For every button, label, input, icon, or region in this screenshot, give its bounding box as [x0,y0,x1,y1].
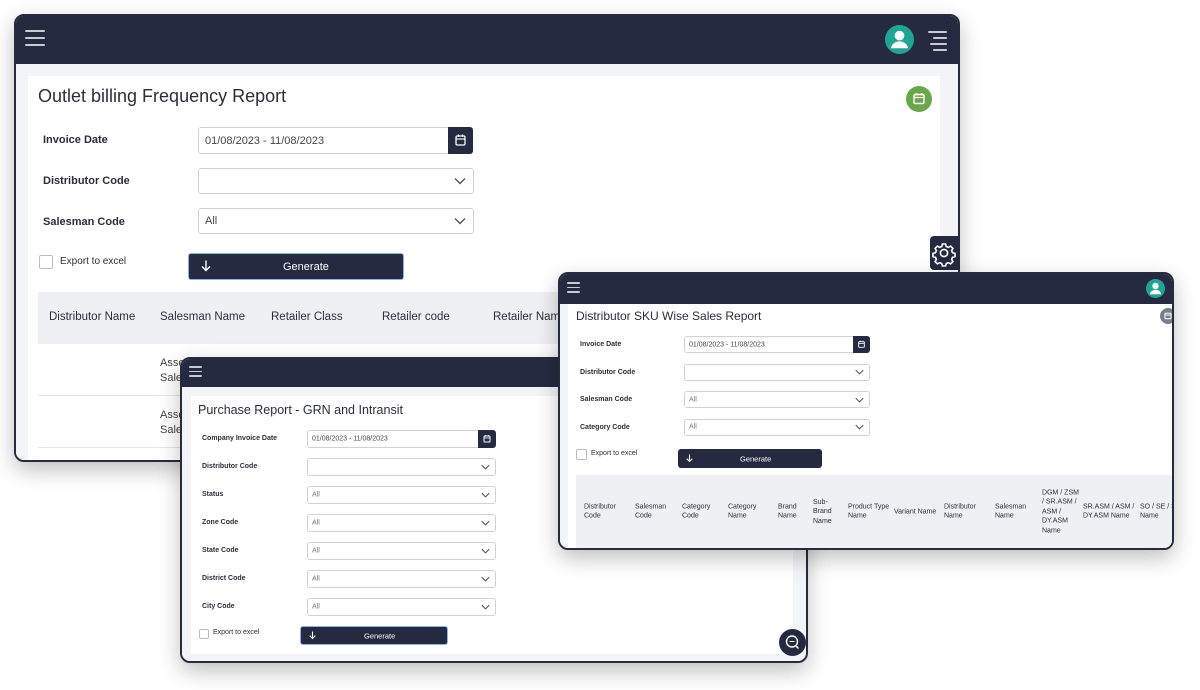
calendar-icon[interactable] [853,336,870,353]
column-header: Retailer Class [271,311,343,323]
page-title: Distributor SKU Wise Sales Report [576,309,762,323]
invoice-date-label: Invoice Date [580,341,622,348]
export-excel-label: Export to excel [213,629,260,636]
distributor-code-label: Distributor Code [43,175,130,187]
table-header: Distributor Code Salesman Code Category Co… [576,475,1172,548]
city-code-label: City Code [202,603,235,610]
top-navbar [560,274,1172,304]
distributor-code-label: Distributor Code [580,368,636,376]
distributor-code-label: Distributor Code [202,463,258,470]
top-navbar [16,16,958,64]
calendar-icon[interactable] [478,430,496,448]
column-header: Salesman Name [995,503,1027,520]
chevron-down-icon [855,397,864,403]
category-code-select[interactable]: All [684,418,870,436]
salesman-code-select[interactable]: All [684,391,870,408]
sku-report-window: Distributor SKU Wise Sales Report Invoic… [558,272,1174,550]
calendar-badge-icon[interactable] [1160,308,1172,324]
city-code-select[interactable]: All [307,598,496,616]
column-header: Category Code [682,503,711,520]
column-header: DGM / ZSM / SR.ASM / ASM / DY.ASM Name [1042,488,1079,534]
zone-code-select[interactable]: All [307,514,496,532]
menu-icon[interactable] [25,30,45,46]
export-excel-checkbox[interactable] [576,449,587,460]
district-code-label: District Code [202,575,246,582]
arrow-down-icon [201,259,211,274]
export-excel-label: Export to excel [591,450,638,457]
export-excel-checkbox[interactable] [39,255,53,269]
invoice-date-label: Invoice Date [43,134,108,146]
company-invoice-date-field[interactable]: 01/08/2023 - 11/08/2023 [307,430,480,448]
distributor-code-select[interactable] [684,363,870,381]
invoice-date-field[interactable]: 01/08/2023 - 11/08/2023 [198,127,450,154]
column-header: Product Type Name [848,503,890,520]
column-header: SR.ASM / ASM / DY.ASM Name [1083,503,1135,520]
gear-icon[interactable] [930,236,958,270]
salesman-code-select[interactable]: All [198,208,474,234]
menu-icon[interactable] [189,366,202,377]
page-title: Purchase Report - GRN and Intransit [198,403,403,417]
user-avatar-icon[interactable] [1146,279,1165,298]
district-code-select[interactable]: All [307,570,496,588]
column-header: Brand Name [778,503,797,520]
zone-code-label: Zone Code [202,519,239,526]
salesman-code-label: Salesman Code [580,396,633,403]
chevron-down-icon [481,576,490,582]
chevron-down-icon [481,604,490,610]
menu-icon[interactable] [567,282,580,293]
category-code-label: Category Code [580,423,630,431]
generate-button[interactable]: Generate [678,449,822,468]
calendar-badge-icon[interactable] [906,86,932,112]
chevron-down-icon [481,464,490,470]
status-label: Status [202,491,224,498]
state-code-label: State Code [202,547,239,554]
column-header: Distributor Name [944,503,976,520]
export-excel-checkbox[interactable] [199,629,209,639]
column-header: Retailer Name [493,311,567,323]
state-code-select[interactable]: All [307,542,496,560]
page-title: Outlet billing Frequency Report [38,86,287,106]
invoice-date-field[interactable]: 01/08/2023 - 11/08/2023 [684,336,855,353]
generate-button[interactable]: Generate [188,253,404,280]
report-card: Distributor SKU Wise Sales Report Invoic… [568,304,1172,548]
chevron-down-icon [454,217,466,225]
calendar-icon[interactable] [448,127,473,154]
salesman-code-label: Salesman Code [43,216,125,228]
chevron-down-icon [481,520,490,526]
chevron-down-icon [855,369,864,375]
distributor-code-select[interactable] [198,168,474,194]
distributor-code-select[interactable] [307,458,496,476]
column-header: SO / SE / S Name [1140,503,1172,520]
chevron-down-icon [855,424,864,430]
chevron-down-icon [481,492,490,498]
company-invoice-date-label: Company Invoice Date [202,435,278,442]
chevron-down-icon [454,177,466,185]
column-header: Sub-Brand Name [813,498,832,525]
column-header: Distributor Name [49,311,136,323]
column-header: Retailer code [382,311,450,323]
column-header: Salesman Name [160,311,246,323]
chevron-down-icon [481,548,490,554]
chat-support-icon[interactable] [779,629,806,656]
column-header: Salesman Code [635,503,667,520]
column-header: Distributor Code [584,503,616,520]
arrow-down-icon [686,453,693,464]
user-avatar-icon[interactable] [885,25,914,54]
column-header: Category Name [728,503,757,520]
right-menu-icon[interactable] [928,31,947,51]
arrow-down-icon [309,630,316,641]
export-excel-label: Export to excel [60,256,127,267]
column-header: Variant Name [894,507,937,515]
status-select[interactable]: All [307,486,496,504]
generate-button[interactable]: Generate [300,626,448,645]
